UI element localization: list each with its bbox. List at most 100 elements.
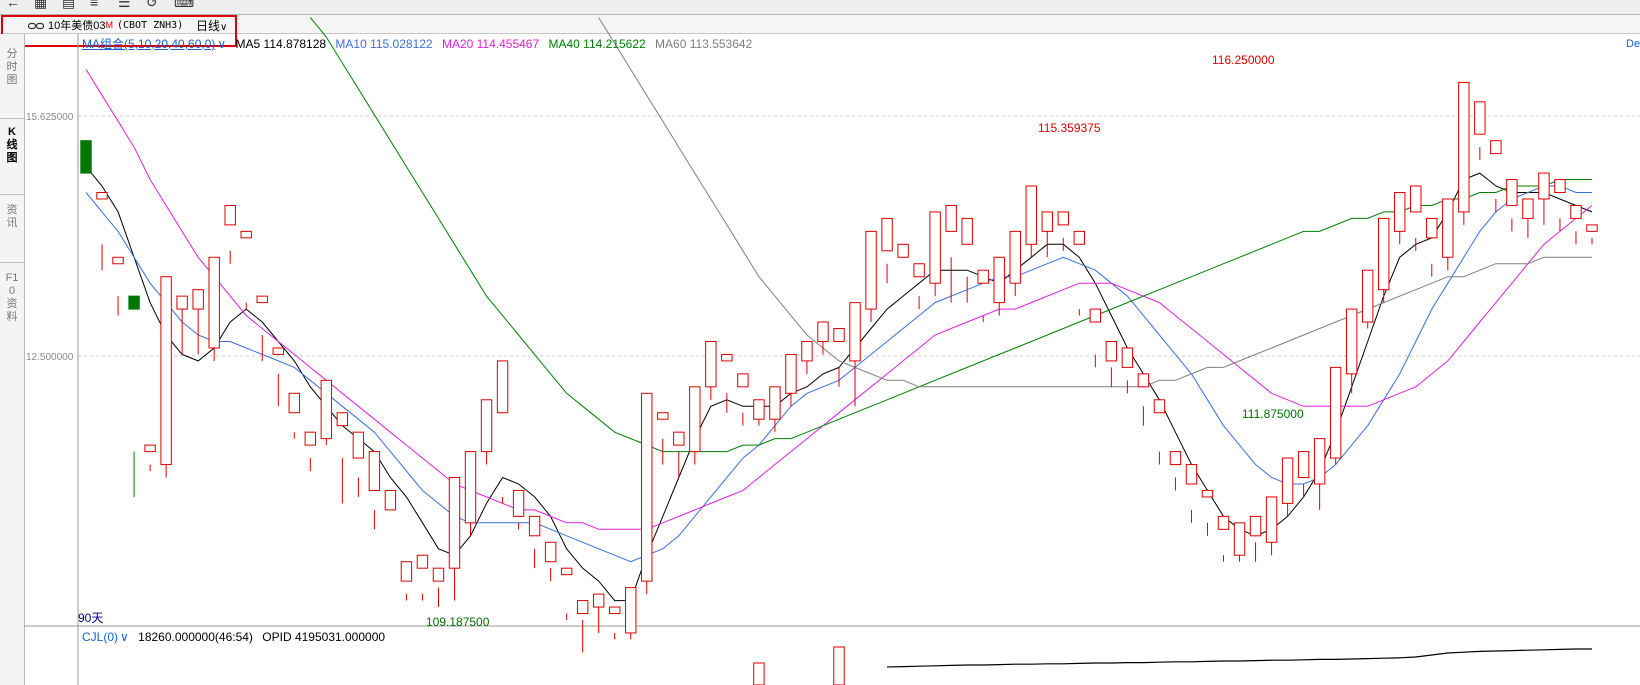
candle [657, 412, 669, 465]
volume-line [887, 648, 1592, 668]
candle [560, 567, 573, 620]
right-label: De [1626, 38, 1640, 50]
volume-value: 18260.000000(46:54) [138, 630, 253, 644]
candle [865, 230, 877, 323]
candle [993, 256, 1005, 316]
candle [641, 392, 653, 595]
candle [1458, 81, 1470, 225]
candle [1442, 198, 1454, 271]
candle [1249, 515, 1262, 562]
candle [673, 431, 685, 478]
candle [96, 192, 108, 271]
candle [1426, 217, 1438, 277]
candle [448, 477, 461, 601]
candle [1506, 179, 1518, 232]
volume-bar [753, 662, 765, 685]
ma60-value: MA60 113.553642 [655, 37, 753, 51]
candle [849, 302, 861, 407]
candle [1281, 457, 1294, 517]
candle [801, 340, 813, 374]
candle [304, 431, 317, 472]
candle [785, 353, 797, 407]
candle [1554, 179, 1566, 232]
candle [737, 373, 749, 426]
candle [1586, 224, 1598, 245]
candle [160, 276, 172, 478]
candle [1041, 211, 1053, 258]
candle [1185, 464, 1198, 523]
candle [929, 211, 941, 297]
candle [80, 140, 92, 174]
ma5-value: MA5 114.878128 [235, 37, 327, 51]
candle [897, 243, 909, 258]
candle [705, 340, 717, 400]
ma10-value: MA10 115.028122 [335, 37, 433, 51]
candle [112, 256, 124, 316]
volume-indicator-selector[interactable]: CJL(0) [82, 630, 118, 644]
candle [272, 347, 284, 407]
candle [608, 606, 621, 640]
candle [128, 295, 140, 497]
candle [496, 360, 509, 504]
candle [1329, 366, 1342, 465]
candle [945, 204, 957, 303]
candle [1233, 522, 1246, 562]
candle [384, 489, 397, 511]
candle [288, 392, 300, 439]
candle [1378, 217, 1390, 303]
opid-value: OPID 4195031.000000 [262, 630, 386, 644]
ma40-value: MA40 114.215622 [548, 37, 646, 51]
candle [432, 567, 445, 608]
candle [1073, 230, 1086, 316]
y-tick-label: 15.625000 [26, 112, 74, 123]
candle [400, 561, 413, 601]
candle [1169, 451, 1182, 491]
candle [464, 451, 477, 536]
candle [224, 204, 236, 264]
candle [1410, 185, 1422, 251]
candle [881, 217, 893, 284]
ma-combo-selector[interactable]: MA组合(5,10,20,40,60,0) [82, 37, 215, 51]
candle [1009, 230, 1021, 297]
chevron-down-icon[interactable]: ∨ [217, 37, 226, 51]
annotation-max: 116.250000 [1212, 53, 1275, 67]
candle [1201, 489, 1214, 536]
candle [689, 386, 701, 465]
chevron-down-icon[interactable]: ∨ [120, 630, 129, 644]
candle [592, 593, 605, 633]
candle [1570, 204, 1582, 245]
candlestick-chart[interactable]: 15.625000 12.500000 116.250000 115.35937… [0, 0, 1640, 685]
candle [320, 379, 333, 446]
candle [625, 587, 637, 640]
candle [528, 515, 541, 569]
candle [368, 451, 381, 530]
candle [1217, 515, 1230, 562]
candle [1474, 101, 1486, 161]
candle [961, 217, 973, 303]
candle [144, 444, 156, 472]
ma20-value: MA20 114.455467 [441, 37, 540, 51]
candle [1025, 185, 1037, 258]
candle [1137, 373, 1150, 426]
candle [544, 541, 557, 582]
candle [352, 431, 365, 497]
candle [192, 289, 204, 355]
candle [769, 386, 781, 433]
candle [240, 230, 252, 310]
candle [1153, 399, 1166, 465]
volume-bar [833, 646, 845, 685]
candle [416, 554, 429, 601]
candle [1345, 308, 1358, 394]
candle [208, 256, 220, 361]
candle [1265, 496, 1278, 556]
candle [1313, 438, 1326, 510]
candle [1394, 192, 1406, 245]
candle [1538, 172, 1550, 225]
volume-legend: CJL(0) ∨ 18260.000000(46:54) OPID 4195031… [82, 630, 391, 644]
candle [817, 321, 829, 355]
candle [753, 399, 765, 426]
y-tick-label: 12.500000 [26, 352, 74, 363]
annotation-local-high: 115.359375 [1038, 121, 1101, 135]
candle [480, 399, 493, 465]
annotation-local-low: 111.875000 [1242, 407, 1304, 421]
